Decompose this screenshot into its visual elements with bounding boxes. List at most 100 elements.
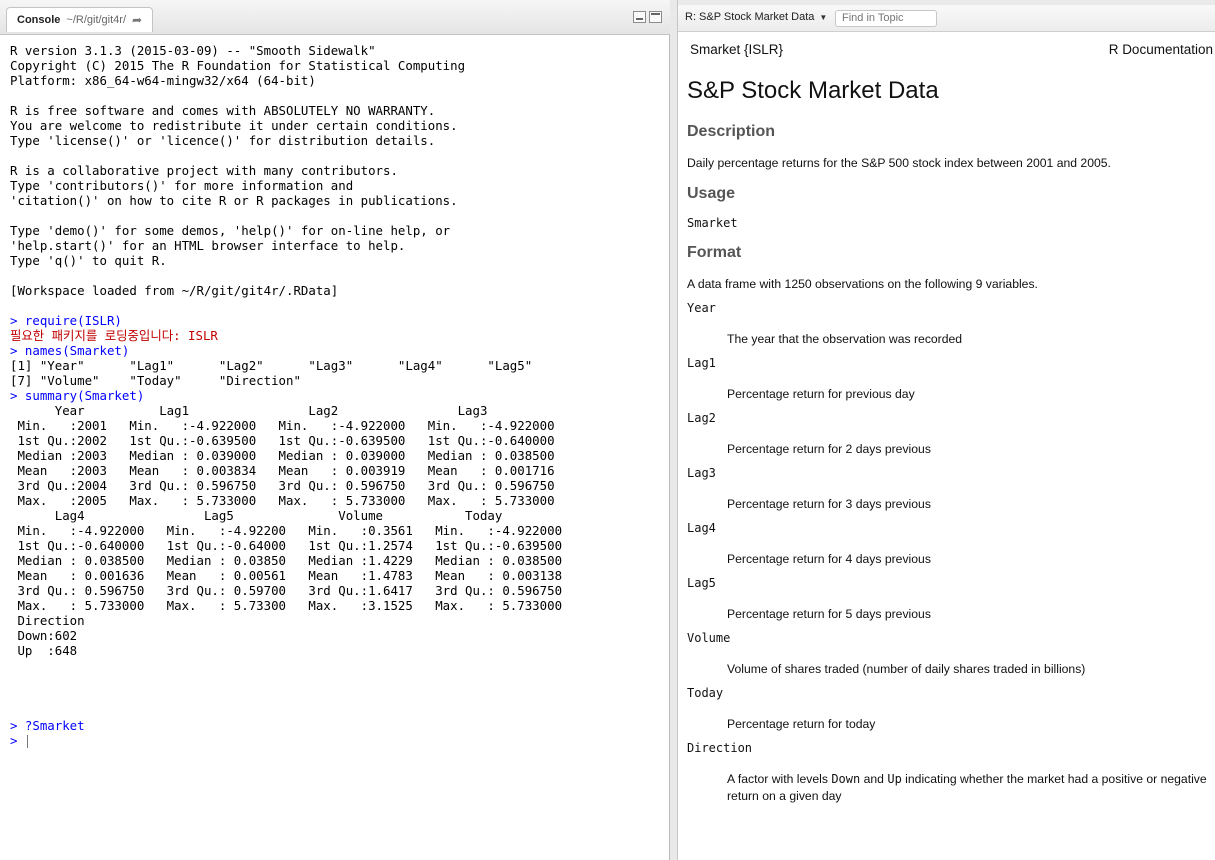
console-output-line: 1st Qu.:2002 1st Qu.:-0.639500 1st Qu.:-…	[10, 433, 570, 448]
variable-description: A factor with levels Down and Up indicat…	[727, 771, 1207, 805]
variable-description: Percentage return for 2 days previous	[727, 442, 931, 456]
maximize-pane-button[interactable]	[649, 11, 662, 23]
chevron-down-icon: ▼	[819, 12, 828, 22]
variable-name: Year	[687, 301, 716, 315]
direction-desc-text: and	[860, 772, 888, 786]
console-output-line: R is free software and comes with ABSOLU…	[10, 103, 436, 118]
variable-description: Percentage return for 4 days previous	[727, 552, 931, 566]
text-cursor	[26, 735, 28, 748]
console-output-line: Platform: x86_64-w64-mingw32/x64 (64-bit…	[10, 73, 316, 88]
console-tab[interactable]: Console ~/R/git/git4r/ ➦	[6, 7, 154, 32]
variable-name: Lag3	[687, 466, 716, 480]
console-working-dir[interactable]: ~/R/git/git4r/	[66, 14, 126, 26]
console-output-line: Up :648	[10, 643, 93, 658]
pane-splitter[interactable]	[670, 0, 678, 860]
console-output-line: Type 'demo()' for some demos, 'help()' f…	[10, 223, 451, 238]
direction-desc-text: A factor with levels	[727, 772, 832, 786]
variable-description: Percentage return for 5 days previous	[727, 607, 931, 621]
console-output-line: Min. :-4.922000 Min. :-4.92200 Min. :0.3…	[10, 523, 577, 538]
console-output-line: 'citation()' on how to cite R or R packa…	[10, 193, 458, 208]
console-command-line: > require(ISLR)	[10, 313, 122, 328]
console-command-line: > names(Smarket)	[10, 343, 130, 358]
console-output[interactable]: R version 3.1.3 (2015-03-09) -- "Smooth …	[10, 43, 665, 748]
console-pane: Console ~/R/git/git4r/ ➦ R version 3.1.3…	[0, 0, 670, 860]
console-output-line: You are welcome to redistribute it under…	[10, 118, 458, 133]
console-output-line: 1st Qu.:-0.640000 1st Qu.:-0.64000 1st Q…	[10, 538, 577, 553]
usage-heading: Usage	[687, 185, 736, 202]
console-command-line: > ?Smarket	[10, 718, 85, 733]
console-output-line: R is a collaborative project with many c…	[10, 163, 398, 178]
console-output-line: 3rd Qu.: 0.596750 3rd Qu.: 0.59700 3rd Q…	[10, 583, 577, 598]
console-output-line: Type 'license()' or 'licence()' for dist…	[10, 133, 436, 148]
format-text: A data frame with 1250 observations on t…	[687, 277, 1038, 291]
console-output-line: Lag4 Lag5 Volume Today	[10, 508, 577, 523]
console-window-controls	[633, 11, 662, 23]
console-output-line: Type 'q()' to quit R.	[10, 253, 167, 268]
console-command-line: > summary(Smarket)	[10, 388, 145, 403]
variable-name: Lag4	[687, 521, 716, 535]
variable-name: Direction	[687, 741, 753, 755]
console-output-line: Median : 0.038500 Median : 0.03850 Media…	[10, 553, 577, 568]
variable-description: Percentage return for today	[727, 717, 876, 731]
help-doc-package: Smarket {ISLR}	[690, 42, 784, 57]
console-output-line: [Workspace loaded from ~/R/git/git4r/.RD…	[10, 283, 339, 298]
format-heading: Format	[687, 244, 742, 261]
console-output-line: Max. : 5.733000 Max. : 5.73300 Max. :3.1…	[10, 598, 577, 613]
variable-list: Year The year that the observation was re…	[687, 301, 1207, 734]
variable-name: Lag2	[687, 411, 716, 425]
level-up-code: Up	[887, 772, 902, 786]
console-output-line: Min. :2001 Min. :-4.922000 Min. :-4.9220…	[10, 418, 570, 433]
console-output-line: Median :2003 Median : 0.039000 Median : …	[10, 448, 570, 463]
console-output-line: Mean :2003 Mean : 0.003834 Mean : 0.0039…	[10, 463, 570, 478]
console-output-line: R version 3.1.3 (2015-03-09) -- "Smooth …	[10, 43, 376, 58]
description-heading: Description	[687, 123, 776, 140]
help-doc-source: R Documentation	[1108, 42, 1213, 57]
variable-description: The year that the observation was record…	[727, 332, 963, 346]
goto-directory-icon[interactable]: ➦	[132, 13, 142, 27]
help-topic-dropdown[interactable]: R: S&P Stock Market Data ▼	[685, 11, 827, 23]
variable-description: Percentage return for previous day	[727, 387, 915, 401]
variable-name: Lag5	[687, 576, 716, 590]
page-title: S&P Stock Market Data	[687, 77, 939, 104]
help-topic-label: R: S&P Stock Market Data	[685, 11, 815, 23]
variable-description: Percentage return for 3 days previous	[727, 497, 931, 511]
console-output-line: 3rd Qu.:2004 3rd Qu.: 0.596750 3rd Qu.: …	[10, 478, 570, 493]
usage-code: Smarket	[687, 216, 738, 230]
console-output-line: Max. :2005 Max. : 5.733000 Max. : 5.7330…	[10, 493, 570, 508]
description-text: Daily percentage returns for the S&P 500…	[687, 156, 1111, 170]
variable-name: Today	[687, 686, 724, 700]
variable-name: Volume	[687, 631, 731, 645]
console-output-line: 'help.start()' for an HTML browser inter…	[10, 238, 406, 253]
console-output-line: Direction	[10, 613, 93, 628]
help-toolbar: R: S&P Stock Market Data ▼	[678, 5, 1215, 32]
console-output-line: Mean : 0.001636 Mean : 0.00561 Mean :1.4…	[10, 568, 577, 583]
console-output-line: [7] "Volume" "Today" "Direction"	[10, 373, 301, 388]
minimize-pane-button[interactable]	[633, 11, 646, 23]
console-input-line[interactable]: >	[10, 733, 665, 748]
console-tab-title: Console	[17, 14, 61, 26]
console-output-line: [1] "Year" "Lag1" "Lag2" "Lag3" "Lag4" "…	[10, 358, 533, 373]
find-in-topic-input[interactable]	[835, 10, 937, 27]
console-header: Console ~/R/git/git4r/ ➦	[0, 0, 670, 35]
level-down-code: Down	[831, 772, 861, 786]
console-prompt[interactable]: >	[10, 733, 25, 748]
variable-name: Lag1	[687, 356, 716, 370]
console-output-line: Year Lag1 Lag2 Lag3	[10, 403, 563, 418]
help-doc-header: Smarket {ISLR} R Documentation	[687, 35, 1213, 65]
console-output-line: Down:602	[10, 628, 93, 643]
help-document: Smarket {ISLR} R Documentation S&P Stock…	[687, 35, 1213, 805]
console-message-line: 필요한 패키지를 로딩중입니다: ISLR	[10, 328, 218, 343]
variable-description: Volume of shares traded (number of daily…	[727, 662, 1086, 676]
console-output-line: Copyright (C) 2015 The R Foundation for …	[10, 58, 466, 73]
help-pane: R: S&P Stock Market Data ▼ Smarket {ISLR…	[678, 0, 1215, 860]
console-output-line: Type 'contributors()' for more informati…	[10, 178, 354, 193]
